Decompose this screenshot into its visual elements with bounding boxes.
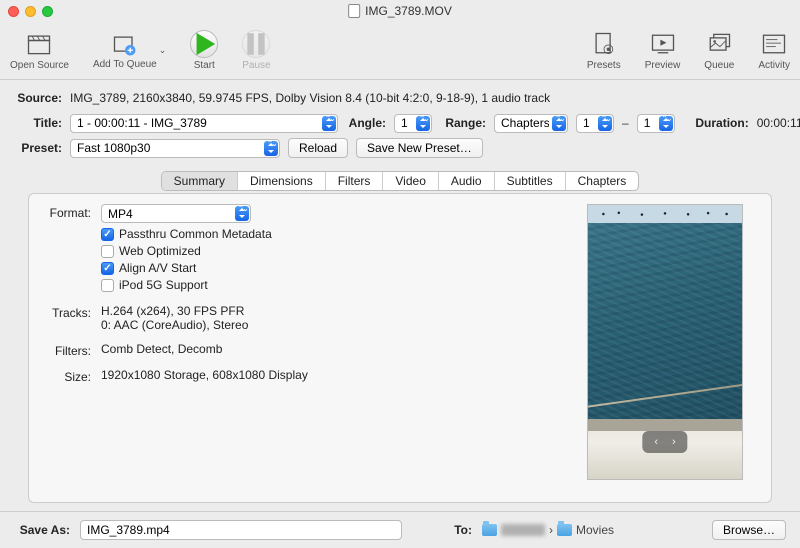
bottom-bar: Save As: To: › Movies Browse… [0, 511, 800, 548]
format-label: Format: [43, 204, 91, 220]
saveas-label: Save As: [14, 523, 70, 537]
window-title-text: IMG_3789.MOV [365, 4, 452, 18]
clapperboard-icon [25, 30, 53, 58]
range-from-select[interactable]: 1 [576, 114, 614, 133]
preset-select[interactable]: Fast 1080p30 [70, 139, 280, 158]
preview-image: ‹ › [587, 204, 743, 480]
browse-button[interactable]: Browse… [712, 520, 786, 540]
range-to-select[interactable]: 1 [637, 114, 675, 133]
filters-label: Filters: [43, 342, 91, 358]
add-picture-icon [111, 31, 139, 59]
tab-audio[interactable]: Audio [439, 172, 495, 190]
minimize-window-button[interactable] [25, 6, 36, 17]
tab-area: Summary Dimensions Filters Video Audio S… [14, 171, 786, 503]
size-value: 1920x1080 Storage, 608x1080 Display [101, 368, 308, 382]
activity-icon [760, 30, 788, 58]
save-new-preset-button[interactable]: Save New Preset… [356, 138, 483, 158]
queue-button[interactable]: Queue [704, 30, 734, 71]
close-window-button[interactable] [8, 6, 19, 17]
preview-icon [649, 30, 677, 58]
tab-video[interactable]: Video [383, 172, 438, 190]
checkbox-passthru-metadata[interactable]: Passthru Common Metadata [101, 227, 272, 241]
format-select[interactable]: MP4 [101, 204, 251, 223]
pause-button: Pause [242, 30, 270, 71]
range-dash: – [622, 116, 629, 130]
document-gear-icon [590, 30, 618, 58]
reload-button[interactable]: Reload [288, 138, 348, 158]
checkbox-align-av-start[interactable]: Align A/V Start [101, 261, 272, 275]
source-label: Source: [14, 91, 62, 105]
tabs: Summary Dimensions Filters Video Audio S… [161, 171, 640, 191]
tab-subtitles[interactable]: Subtitles [495, 172, 566, 190]
duration-value: 00:00:11 [757, 116, 800, 130]
checkbox-web-optimized[interactable]: Web Optimized [101, 244, 272, 258]
duration-label: Duration: [691, 116, 749, 130]
saveas-field[interactable] [80, 520, 402, 540]
summary-panel: Format: MP4 Passthru Common Metadata Web… [28, 193, 772, 503]
toolbar: Open Source Add To Queue ⌄ Start Pause P… [0, 22, 800, 80]
preview-next-button[interactable]: › [672, 436, 676, 448]
queue-icon [705, 30, 733, 58]
pause-icon [242, 30, 270, 58]
tab-summary[interactable]: Summary [162, 172, 238, 190]
zoom-window-button[interactable] [42, 6, 53, 17]
tab-chapters[interactable]: Chapters [566, 172, 639, 190]
destination-path[interactable]: › Movies [482, 523, 614, 537]
destination-folder-name: Movies [576, 523, 614, 537]
to-label: To: [452, 523, 472, 537]
checkbox-ipod-5g[interactable]: iPod 5G Support [101, 278, 272, 292]
tab-dimensions[interactable]: Dimensions [238, 172, 326, 190]
titlebar: IMG_3789.MOV [0, 0, 800, 22]
tracks-label: Tracks: [43, 304, 91, 320]
start-button[interactable]: Start [190, 30, 218, 71]
tracks-value: H.264 (x264), 30 FPS PFR 0: AAC (CoreAud… [101, 304, 248, 332]
window-title: IMG_3789.MOV [348, 4, 452, 18]
presets-button[interactable]: Presets [587, 30, 621, 71]
range-label: Range: [440, 116, 486, 130]
range-mode-select[interactable]: Chapters [494, 114, 568, 133]
title-select[interactable]: 1 - 00:00:11 - IMG_3789 [70, 114, 338, 133]
window-controls [8, 6, 53, 17]
preview-button[interactable]: Preview [645, 30, 681, 71]
add-to-queue-button[interactable]: Add To Queue ⌄ [93, 31, 166, 70]
chevron-right-icon: › [549, 523, 553, 537]
info-area: Source: IMG_3789, 2160x3840, 59.9745 FPS… [0, 80, 800, 167]
angle-label: Angle: [346, 116, 386, 130]
source-value: IMG_3789, 2160x3840, 59.9745 FPS, Dolby … [70, 91, 550, 105]
angle-select[interactable]: 1 [394, 114, 432, 133]
filters-value: Comb Detect, Decomb [101, 342, 222, 356]
tab-filters[interactable]: Filters [326, 172, 384, 190]
size-label: Size: [43, 368, 91, 384]
preview-nav: ‹ › [642, 431, 687, 453]
title-label: Title: [14, 116, 62, 130]
preview-prev-button[interactable]: ‹ [654, 436, 658, 448]
chevron-down-icon[interactable]: ⌄ [159, 45, 167, 56]
open-source-button[interactable]: Open Source [10, 30, 69, 71]
play-icon [190, 30, 218, 58]
preset-label: Preset: [14, 141, 62, 155]
document-icon [348, 4, 360, 18]
activity-button[interactable]: Activity [758, 30, 790, 71]
